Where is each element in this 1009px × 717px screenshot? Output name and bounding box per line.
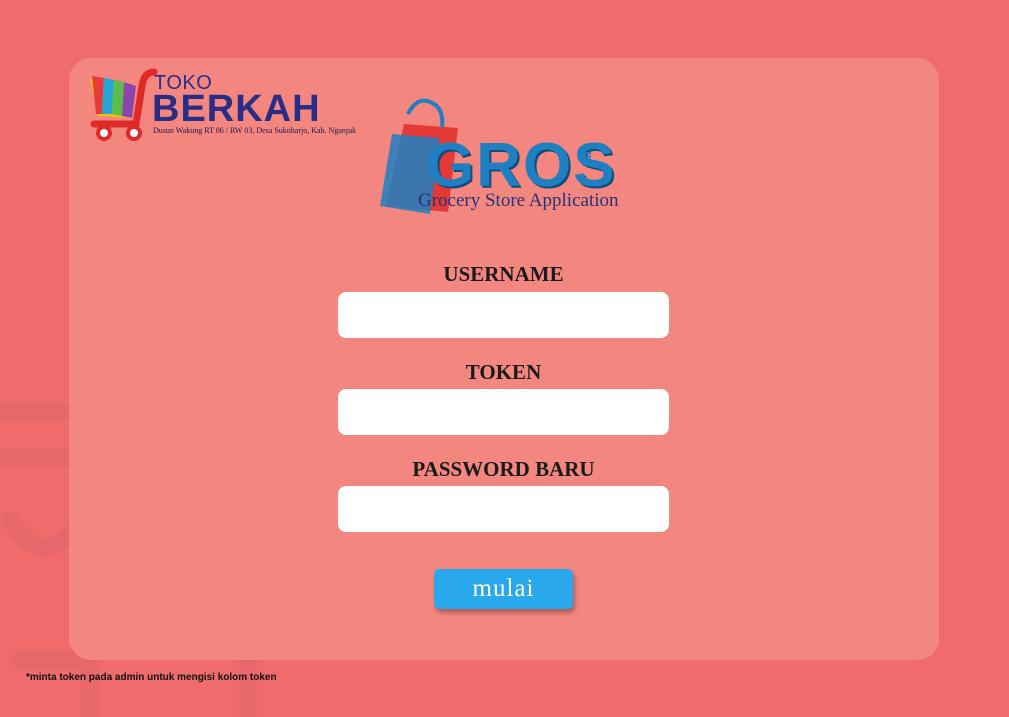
brand-name: BERKAH — [152, 88, 321, 130]
token-input[interactable] — [338, 389, 669, 435]
app-tagline: Grocery Store Application — [418, 190, 619, 211]
username-label: USERNAME — [443, 262, 564, 286]
brand-address: Dusun Wakung RT 06 / RW 03, Desa Sukohar… — [153, 126, 357, 135]
new-password-label: PASSWORD BARU — [412, 457, 595, 481]
app-logo: GROS app Grocery Store Application — [378, 94, 628, 224]
start-button[interactable]: mulai — [434, 569, 573, 609]
username-input[interactable] — [338, 292, 669, 338]
store-brand-logo: TOKO BERKAH Dusun Wakung RT 06 / RW 03, … — [84, 66, 374, 146]
token-label: TOKEN — [465, 360, 542, 384]
app-suffix: app — [581, 144, 596, 168]
new-password-input[interactable] — [338, 486, 669, 532]
token-footnote: *minta token pada admin untuk mengisi ko… — [26, 672, 277, 683]
